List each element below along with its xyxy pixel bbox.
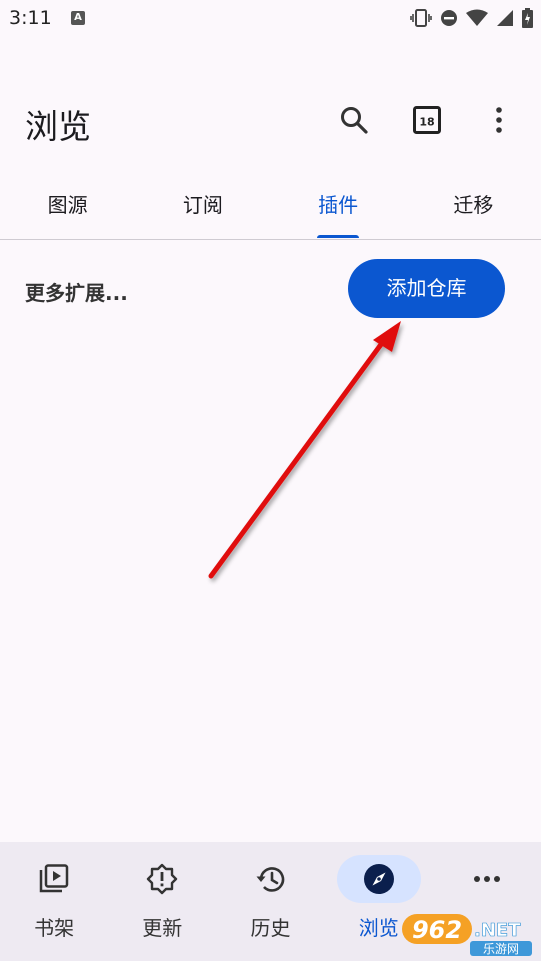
more-vert-icon — [496, 107, 502, 133]
tab-bar: 图源 订阅 插件 迁移 — [0, 180, 541, 238]
overflow-menu-button[interactable] — [479, 100, 519, 140]
tab-label: 图源 — [47, 193, 88, 217]
watermark-logo: 962 .NET 乐游网 — [402, 914, 532, 956]
signal-icon — [497, 10, 513, 26]
dnd-icon — [441, 10, 457, 26]
date-filter-button[interactable]: 18 — [407, 100, 447, 140]
search-button[interactable] — [334, 100, 374, 140]
more-horiz-icon — [473, 876, 500, 882]
status-icons — [410, 6, 533, 30]
battery-icon — [522, 8, 533, 28]
more-extensions-label: 更多扩展... — [25, 281, 128, 305]
nav-library[interactable]: 书架 — [0, 842, 108, 961]
search-icon — [341, 107, 368, 134]
nav-history[interactable]: 历史 — [216, 842, 324, 961]
tab-label: 插件 — [318, 193, 359, 217]
updates-icon — [147, 863, 178, 895]
nav-label: 更新 — [142, 916, 183, 940]
page-title: 浏览 — [25, 107, 91, 146]
add-repo-button[interactable]: 添加仓库 — [348, 259, 505, 318]
vibrate-icon — [410, 9, 432, 27]
notification-icon: A — [71, 11, 85, 25]
history-icon — [256, 867, 284, 892]
tab-feeds[interactable]: 订阅 — [135, 180, 270, 238]
status-time: 3:11 — [9, 7, 52, 29]
tab-sources[interactable]: 图源 — [0, 180, 135, 238]
watermark-suffix: .NET — [474, 920, 521, 941]
nav-updates[interactable]: 更新 — [108, 842, 216, 961]
nav-pill — [120, 855, 204, 903]
nav-label: 历史 — [250, 916, 291, 940]
nav-pill — [445, 855, 529, 903]
tab-label: 订阅 — [182, 193, 223, 217]
nav-pill — [336, 855, 421, 903]
wifi-icon — [466, 9, 488, 26]
calendar-icon: 18 — [413, 106, 441, 134]
nav-pill — [12, 855, 96, 903]
tab-label: 迁移 — [453, 193, 494, 217]
nav-label: 书架 — [34, 916, 75, 940]
tab-extensions[interactable]: 插件 — [271, 180, 406, 238]
library-icon — [39, 864, 69, 893]
tab-migrate[interactable]: 迁移 — [406, 180, 541, 238]
watermark-number: 962 — [412, 916, 462, 944]
nav-pill — [229, 855, 313, 903]
tabs-divider — [0, 239, 541, 240]
tab-indicator — [317, 235, 360, 238]
calendar-text: 18 — [419, 116, 434, 129]
compass-icon — [363, 864, 394, 894]
watermark-subtitle: 乐游网 — [483, 942, 519, 956]
